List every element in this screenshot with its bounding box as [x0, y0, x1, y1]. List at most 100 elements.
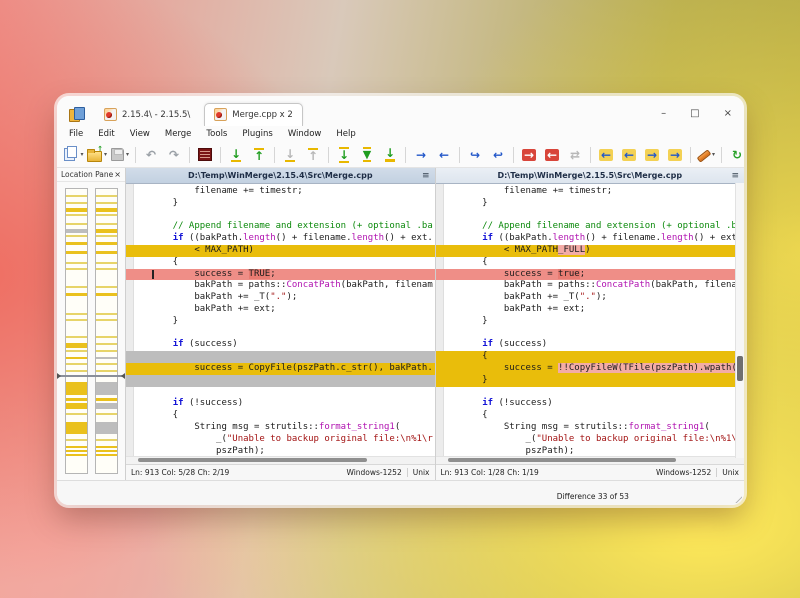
status-bar-right: Ln: 913 Col: 1/28 Ch: 1/19 Windows-1252 …	[436, 464, 745, 480]
menu-merge[interactable]: Merge	[165, 129, 192, 139]
code-line: if ((bakPath.length() + filename.length(…	[436, 233, 745, 245]
diff-band	[66, 413, 87, 415]
location-pane: Location Pane ×	[57, 168, 126, 480]
menu-window[interactable]: Window	[288, 129, 322, 139]
diff-band	[66, 262, 87, 264]
diff-band	[66, 370, 87, 372]
new-button[interactable]: ▾	[63, 145, 85, 164]
tab-bar: 2.15.4\ - 2.15.5\Merge.cpp x 2	[94, 103, 303, 126]
maximize-button[interactable]: □	[690, 109, 699, 119]
code-line: if (!success)	[436, 398, 745, 410]
menu-edit[interactable]: Edit	[98, 129, 114, 139]
code-line: success = CopyFile(pszPath.c_str(), bakP…	[126, 363, 435, 375]
code-left: filename += timestr; } // Append filenam…	[126, 184, 435, 456]
open-button[interactable]: ▾	[86, 145, 108, 164]
hscroll-thumb-right[interactable]	[448, 458, 676, 462]
diff-band	[96, 229, 117, 233]
refresh-button[interactable]: ↻	[726, 145, 744, 164]
code-line: success = true;	[436, 269, 745, 281]
header-menu-icon[interactable]: ≡	[731, 171, 739, 181]
location-pane-close-icon[interactable]: ×	[114, 170, 121, 179]
diff-band	[66, 422, 87, 434]
app-icon	[69, 107, 84, 121]
copy-left-2-button[interactable]: ←	[618, 145, 640, 164]
diff-band	[96, 262, 117, 264]
header-menu-icon[interactable]: ≡	[422, 171, 430, 181]
code-line: // Append filename and extension (+ opti…	[126, 221, 435, 233]
code-line: {	[436, 410, 745, 422]
diff-band	[66, 286, 87, 288]
menu-file[interactable]: File	[69, 129, 83, 139]
last-difference-button[interactable]: ↓	[379, 145, 401, 164]
copy-left-1-button[interactable]: ←	[595, 145, 617, 164]
diff-band	[66, 398, 87, 401]
dropdown-caret-icon[interactable]: ▾	[712, 151, 715, 158]
copy-right-2-icon: →	[668, 149, 682, 161]
save-icon	[111, 148, 124, 161]
diff-band	[96, 202, 117, 204]
file-header-right[interactable]: D:\Temp\WinMerge\2.15.5\Src\Merge.cpp ≡	[436, 168, 745, 184]
diff-band	[66, 313, 87, 315]
menu-tools[interactable]: Tools	[206, 129, 227, 139]
code-line	[126, 328, 435, 340]
menu-plugins[interactable]: Plugins	[242, 129, 272, 139]
copy-all-left-button[interactable]: ←	[541, 145, 563, 164]
encoding-right: Windows-1252	[656, 468, 711, 477]
copy-right-1-button[interactable]: →	[641, 145, 663, 164]
dropdown-caret-icon[interactable]: ▾	[126, 151, 129, 158]
dropdown-caret-icon[interactable]: ▾	[80, 151, 83, 158]
code-area-right[interactable]: filename += timestr; } // Append filenam…	[436, 184, 745, 456]
copy-left-and-advance-button[interactable]: ↩	[487, 145, 509, 164]
location-strip-right[interactable]	[95, 188, 118, 474]
minimize-button[interactable]: –	[661, 109, 666, 119]
first-difference-button[interactable]: ↓	[333, 145, 355, 164]
undo-button: ↶	[140, 145, 162, 164]
copy-right-button[interactable]: →	[410, 145, 432, 164]
rescan-button[interactable]	[194, 145, 216, 164]
copy-right-and-advance-button[interactable]: ↪	[464, 145, 486, 164]
copy-all-right-button[interactable]: →	[518, 145, 540, 164]
diff-band	[96, 357, 117, 359]
location-pane-title: Location Pane	[61, 170, 113, 179]
close-button[interactable]: ×	[724, 109, 732, 119]
resize-grip[interactable]	[733, 494, 742, 503]
copy-left-button[interactable]: ←	[433, 145, 455, 164]
options-button[interactable]: ▾	[695, 145, 717, 164]
diff-band	[96, 293, 117, 296]
vscroll-thumb[interactable]	[737, 356, 743, 381]
diff-band	[66, 202, 87, 204]
current-difference-button[interactable]: ▼	[356, 145, 378, 164]
location-strip-left[interactable]	[65, 188, 88, 474]
eol-left: Unix	[413, 468, 430, 477]
code-line: bakPath += _T(".");	[126, 292, 435, 304]
tab-0[interactable]: 2.15.4\ - 2.15.5\	[94, 103, 200, 126]
menu-view[interactable]: View	[130, 129, 150, 139]
pane-1: D:\Temp\WinMerge\2.15.5\Src\Merge.cpp ≡ …	[436, 168, 745, 480]
hscrollbar-right[interactable]	[436, 456, 745, 464]
toolbar: ▾▾▾↶↷↓↑↓↑↓▼↓→←↪↩→←⇄←←→→▾↻	[57, 143, 744, 168]
copy-left-1-icon: ←	[599, 149, 613, 161]
vscrollbar[interactable]	[735, 183, 744, 458]
code-line	[436, 387, 745, 399]
location-viewport-indicator[interactable]	[58, 375, 124, 377]
hscrollbar-left[interactable]	[126, 456, 435, 464]
hscroll-thumb-left[interactable]	[138, 458, 366, 462]
next-difference-button[interactable]: ↓	[225, 145, 247, 164]
menu-help[interactable]: Help	[336, 129, 355, 139]
copy-right-2-button[interactable]: →	[664, 145, 686, 164]
diff-band	[66, 268, 87, 270]
diff-band	[96, 313, 117, 315]
code-area-left[interactable]: filename += timestr; } // Append filenam…	[126, 184, 435, 456]
current-difference-icon: ▼	[363, 147, 371, 162]
file-header-left[interactable]: D:\Temp\WinMerge\2.15.4\Src\Merge.cpp ≡	[126, 168, 435, 184]
code-line: filename += timestr;	[126, 186, 435, 198]
content-area: Location Pane × D:\Temp\WinMerge\2.15.4\…	[57, 168, 744, 480]
code-line: {	[436, 257, 745, 269]
diff-band	[96, 319, 117, 321]
rescan-icon	[198, 148, 212, 161]
dropdown-caret-icon[interactable]: ▾	[104, 151, 107, 158]
previous-difference-button[interactable]: ↑	[248, 145, 270, 164]
tab-1[interactable]: Merge.cpp x 2	[204, 103, 303, 126]
copy-right-1-icon: →	[645, 149, 659, 161]
code-line: pszPath);	[126, 446, 435, 456]
